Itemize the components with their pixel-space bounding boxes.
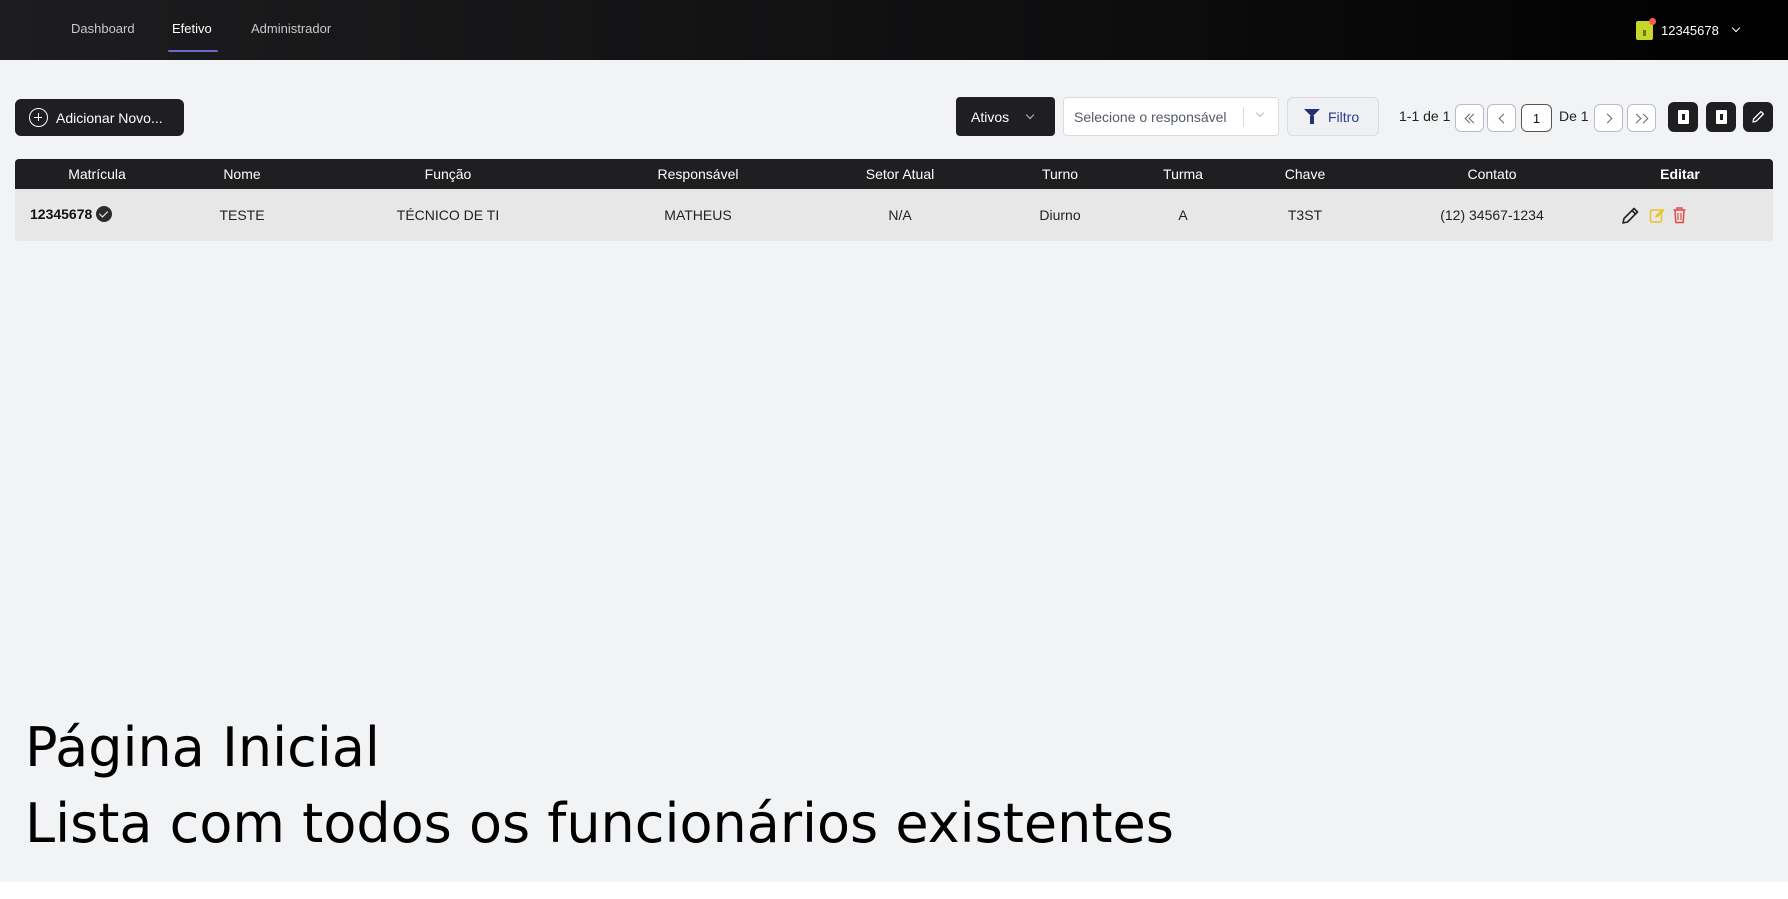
cell-responsavel: MATHEUS xyxy=(664,207,732,223)
edit-square-icon[interactable] xyxy=(1649,207,1666,224)
cell-nome: TESTE xyxy=(219,207,265,223)
user-id: 12345678 xyxy=(1661,22,1719,38)
status-select-value: Ativos xyxy=(971,108,1010,125)
cell-chave: T3ST xyxy=(1287,207,1323,223)
active-tab-underline xyxy=(168,50,218,52)
user-avatar-icon xyxy=(1636,17,1656,40)
chevron-down-icon xyxy=(1255,108,1265,118)
col-header-responsavel[interactable]: Responsável xyxy=(658,166,739,182)
col-header-turma[interactable]: Turma xyxy=(1163,166,1203,182)
caption-title: Página Inicial xyxy=(25,716,380,779)
import-button[interactable] xyxy=(1706,102,1736,132)
trash-icon[interactable] xyxy=(1672,206,1687,224)
status-select[interactable]: Ativos xyxy=(956,97,1055,136)
col-header-chave[interactable]: Chave xyxy=(1285,166,1325,182)
pager-range: 1-1 de 1 xyxy=(1399,108,1451,124)
nav-tab-efetivo[interactable]: Efetivo xyxy=(172,21,212,36)
user-menu[interactable]: 12345678 xyxy=(1636,17,1741,41)
cell-contato: (12) 34567-1234 xyxy=(1440,207,1544,223)
nav-tab-dashboard[interactable]: Dashboard xyxy=(71,21,135,36)
cell-setor-atual: N/A xyxy=(888,207,912,223)
table-header: Matrícula Nome Função Responsável Setor … xyxy=(15,159,1773,189)
chevron-down-icon xyxy=(1025,110,1035,119)
cell-turno: Diurno xyxy=(1039,207,1081,223)
nav-tab-administrador[interactable]: Administrador xyxy=(251,21,331,36)
export-button[interactable] xyxy=(1668,102,1698,132)
pencil-icon[interactable] xyxy=(1619,205,1641,227)
last-page-button[interactable] xyxy=(1627,104,1656,132)
col-header-contato[interactable]: Contato xyxy=(1467,166,1516,182)
pencil-icon xyxy=(1752,110,1765,123)
main-content: Adicionar Novo... Ativos Selecione o res… xyxy=(0,60,1788,882)
table-row[interactable]: 12345678 TESTE TÉCNICO DE TI MATHEUS N/A… xyxy=(15,189,1773,241)
current-page-input[interactable]: 1 xyxy=(1521,104,1552,132)
chevron-right-icon xyxy=(1602,113,1612,123)
verified-badge-icon xyxy=(96,206,113,222)
cell-turma: A xyxy=(1178,207,1188,223)
caption-subtitle: Lista com todos os funcionários existent… xyxy=(25,792,1174,855)
filter-button[interactable]: Filtro xyxy=(1287,97,1379,136)
cell-matricula: 12345678 xyxy=(30,206,113,222)
next-page-button[interactable] xyxy=(1594,104,1623,132)
col-header-turno[interactable]: Turno xyxy=(1042,166,1078,182)
col-header-setor-atual[interactable]: Setor Atual xyxy=(866,166,935,182)
employees-table: Matrícula Nome Função Responsável Setor … xyxy=(15,159,1773,241)
col-header-nome[interactable]: Nome xyxy=(223,166,260,182)
bulk-edit-button[interactable] xyxy=(1743,102,1773,132)
cell-funcao: TÉCNICO DE TI xyxy=(396,207,500,223)
notification-dot xyxy=(1649,17,1656,25)
funnel-icon xyxy=(1304,109,1320,124)
filter-label: Filtro xyxy=(1328,108,1360,125)
select-divider xyxy=(1243,107,1244,127)
pager-total: De 1 xyxy=(1559,108,1589,124)
file-import-icon xyxy=(1715,110,1727,124)
responsavel-placeholder: Selecione o responsável xyxy=(1074,108,1227,125)
col-header-funcao[interactable]: Função xyxy=(425,166,472,182)
matricula-value: 12345678 xyxy=(30,206,93,222)
top-nav-bar: Dashboard Efetivo Administrador 12345678 xyxy=(0,0,1788,60)
add-new-button[interactable]: Adicionar Novo... xyxy=(15,99,184,136)
col-header-matricula[interactable]: Matrícula xyxy=(68,166,126,182)
chevron-down-icon xyxy=(1731,23,1741,33)
col-header-editar: Editar xyxy=(1660,166,1700,182)
responsavel-select[interactable]: Selecione o responsável xyxy=(1063,97,1279,136)
prev-page-button[interactable] xyxy=(1487,104,1516,132)
chevron-left-icon xyxy=(1498,113,1508,123)
first-page-button[interactable] xyxy=(1455,104,1484,132)
file-export-icon xyxy=(1677,110,1689,124)
plus-circle-icon xyxy=(29,108,48,127)
add-new-label: Adicionar Novo... xyxy=(56,109,163,126)
